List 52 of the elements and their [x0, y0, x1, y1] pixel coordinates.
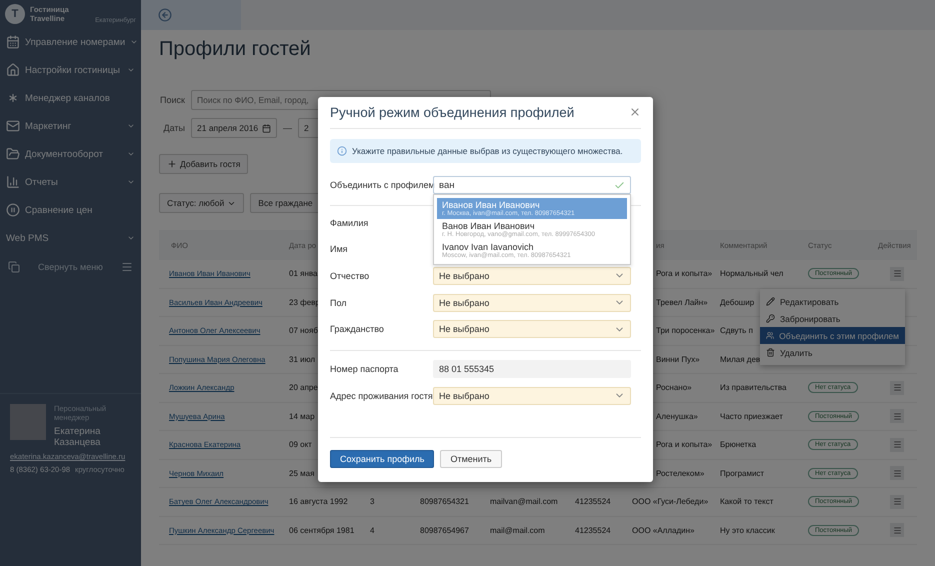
table-cell: ООО «Гуси-Лебеди» — [632, 497, 708, 506]
table-cell: Милая дев — [720, 354, 760, 364]
table-cell: Ну это классик — [720, 526, 775, 535]
table-cell: Из правительства — [720, 383, 786, 392]
table-cell: Три поросенка» — [656, 326, 715, 336]
table-cell: Дебошир — [720, 298, 754, 307]
table-cell: 31 июл — [289, 354, 316, 364]
table-cell: Какой то текст — [720, 497, 774, 506]
table-cell: 16 августа 1992 — [289, 497, 348, 506]
table-cell: 06 сентября 1981 — [289, 526, 354, 535]
table-cell: 20 апре — [289, 383, 318, 392]
search-label: Поиск — [159, 95, 185, 105]
field-label: Отчество — [330, 270, 370, 281]
table-cell: mailvan@mail.com — [490, 497, 558, 506]
table-cell: Ростелеком» — [656, 468, 704, 478]
page-title: Профили гостей — [159, 38, 312, 62]
table-cell: 25 мая — [289, 468, 314, 478]
field-label: Фамилия — [330, 218, 370, 228]
table-cell: mail@mail.com — [490, 526, 545, 535]
table-cell: Аленушка» — [656, 412, 698, 421]
field-label: Гражданство — [330, 324, 385, 334]
table-cell: Нормальный чел — [720, 269, 784, 278]
field-label: Номер паспорта — [330, 364, 400, 374]
table-cell: Програмист — [720, 468, 764, 478]
table-cell: 01 янва — [289, 269, 318, 278]
table-cell: 80987654321 — [420, 497, 469, 506]
table-cell: Винни Пух» — [656, 354, 700, 364]
table-cell: Часто приезжает — [720, 412, 783, 421]
table-cell: 41235524 — [575, 497, 611, 506]
field-label: Объединить с профилем — [330, 180, 433, 190]
field-label: Имя — [330, 244, 349, 254]
table-cell: 4 — [370, 526, 374, 535]
table-cell: Рога и копыта» — [656, 269, 712, 278]
table-cell: 07 нояб — [289, 326, 318, 336]
table-cell: 80987654967 — [420, 526, 469, 535]
table-cell: Тревел Лайн» — [656, 298, 708, 307]
field-label: Пол — [330, 298, 348, 308]
table-cell: Сдвуть п — [720, 326, 753, 336]
table-cell: 41235524 — [575, 526, 611, 535]
table-cell: Роснано» — [656, 383, 692, 392]
table-cell: 09 окт — [289, 440, 312, 450]
table-cell: 14 мар — [289, 412, 315, 421]
manager-name: Екатерина Казанцева — [54, 426, 102, 448]
hotel-logo: T — [5, 4, 25, 24]
field-label: Адрес проживания гостя — [330, 390, 433, 401]
table-cell: Брюнетка — [720, 440, 756, 450]
dates-label: Даты — [162, 123, 185, 133]
table-cell: Рога и копыта» — [656, 440, 712, 450]
date-separator: — — [283, 123, 292, 133]
alert-text: Укажите правильные данные выбрав из существующего множества. — [352, 146, 623, 156]
table-cell: 3 — [370, 497, 374, 506]
table-cell: ООО «Алладин» — [632, 526, 694, 535]
